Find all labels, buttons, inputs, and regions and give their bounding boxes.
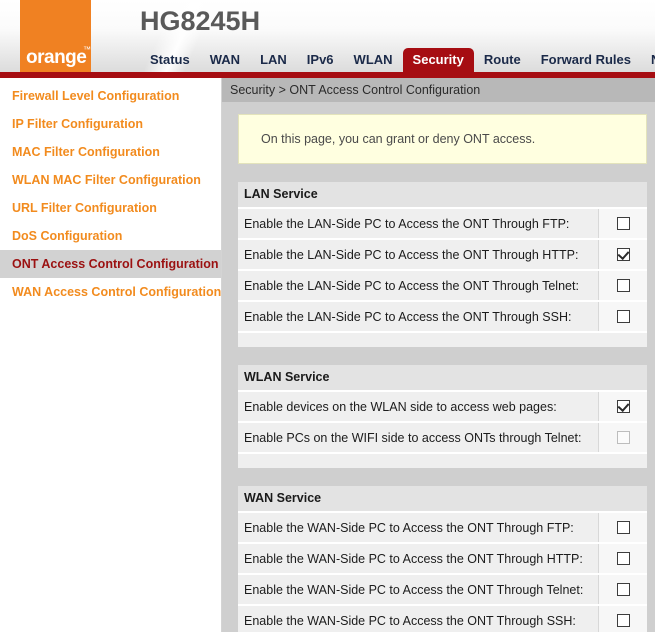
sidebar-menu: Firewall Level Configuration IP Filter Co… [0,78,222,632]
sidebar-item-url-filter-configuration[interactable]: URL Filter Configuration [0,194,221,222]
nav-tab-wlan[interactable]: WLAN [344,48,403,72]
setting-label: Enable the WAN-Side PC to Access the ONT… [244,613,576,628]
main-navigation: Status WAN LAN IPv6 WLAN Security Route Forward… [0,46,655,72]
checkbox-icon[interactable] [616,248,630,261]
nav-tab-wan[interactable]: WAN [200,48,250,72]
settings-panel: On this page, you can grant or deny ONT … [222,102,655,632]
setting-row: Enable the WAN-Side PC to Access the ONT… [238,573,647,604]
nav-tab-status[interactable]: Status [140,48,200,72]
checkbox-icon[interactable] [616,614,630,627]
setting-control-cell [598,513,647,542]
setting-control-cell [598,544,647,573]
setting-row: Enable the LAN-Side PC to Access the ONT… [238,300,647,331]
nav-tab-network-a[interactable]: Network A [641,48,655,72]
main-content: Security > ONT Access Control Configurat… [222,78,655,632]
section-wan-service: WAN Service Enable the WAN-Side PC to Acc… [238,486,647,632]
sidebar-item-mac-filter-configuration[interactable]: MAC Filter Configuration [0,138,221,166]
checkbox-icon [616,431,630,444]
section-lan-service: LAN Service Enable the LAN-Side PC to Acc… [238,182,647,347]
setting-row: Enable the WAN-Side PC to Access the ONT… [238,542,647,573]
checkbox-icon[interactable] [616,521,630,534]
section-footer-spacer [238,331,647,347]
setting-control-cell [598,423,647,452]
checkbox-icon[interactable] [616,583,630,596]
setting-row: Enable the LAN-Side PC to Access the ONT… [238,269,647,300]
nav-tab-ipv6[interactable]: IPv6 [297,48,344,72]
setting-label: Enable devices on the WLAN side to acces… [244,399,557,414]
section-footer-spacer [238,452,647,468]
sidebar-item-firewall-level-configuration[interactable]: Firewall Level Configuration [0,82,221,110]
breadcrumb: Security > ONT Access Control Configurat… [222,78,655,102]
setting-label: Enable the LAN-Side PC to Access the ONT… [244,247,579,262]
nav-tab-forward-rules[interactable]: Forward Rules [531,48,641,72]
setting-label: Enable the LAN-Side PC to Access the ONT… [244,278,579,293]
info-notice-text: On this page, you can grant or deny ONT … [261,132,536,146]
setting-control-cell [598,302,647,331]
setting-label: Enable the LAN-Side PC to Access the ONT… [244,216,570,231]
setting-label: Enable the WAN-Side PC to Access the ONT… [244,551,583,566]
setting-label: Enable PCs on the WIFI side to access ON… [244,430,582,445]
setting-row: Enable the LAN-Side PC to Access the ONT… [238,238,647,269]
checkbox-icon[interactable] [616,552,630,565]
setting-control-cell [598,209,647,238]
sidebar-item-wlan-mac-filter-configuration[interactable]: WLAN MAC Filter Configuration [0,166,221,194]
nav-tab-lan[interactable]: LAN [250,48,297,72]
service-sections: LAN Service Enable the LAN-Side PC to Acc… [238,182,647,632]
info-notice: On this page, you can grant or deny ONT … [238,114,647,164]
setting-label: Enable the WAN-Side PC to Access the ONT… [244,520,574,535]
sidebar-item-wan-access-control-configuration[interactable]: WAN Access Control Configuration [0,278,221,306]
section-title: WLAN Service [238,365,647,390]
setting-control-cell [598,575,647,604]
router-admin-page: orange ™ HG8245H Status WAN LAN IPv6 WLAN Sec… [0,0,655,632]
sidebar-item-ip-filter-configuration[interactable]: IP Filter Configuration [0,110,221,138]
setting-row: Enable PCs on the WIFI side to access ON… [238,421,647,452]
content-area: Firewall Level Configuration IP Filter Co… [0,78,655,632]
setting-control-cell [598,271,647,300]
setting-control-cell [598,392,647,421]
nav-tab-route[interactable]: Route [474,48,531,72]
checkbox-icon[interactable] [616,310,630,323]
sidebar-item-dos-configuration[interactable]: DoS Configuration [0,222,221,250]
section-wlan-service: WLAN Service Enable devices on the WLAN s… [238,365,647,468]
checkbox-icon[interactable] [616,279,630,292]
setting-control-cell [598,240,647,269]
setting-label: Enable the LAN-Side PC to Access the ONT… [244,309,572,324]
nav-tab-security[interactable]: Security [402,48,474,72]
setting-control-cell [598,606,647,632]
setting-row: Enable the WAN-Side PC to Access the ONT… [238,511,647,542]
setting-row: Enable the LAN-Side PC to Access the ONT… [238,207,647,238]
setting-row: Enable devices on the WLAN side to acces… [238,390,647,421]
setting-row: Enable the WAN-Side PC to Access the ONT… [238,604,647,632]
section-title: LAN Service [238,182,647,207]
sidebar-item-ont-access-control-configuration[interactable]: ONT Access Control Configuration [0,250,221,278]
page-title: HG8245H [140,6,261,36]
section-title: WAN Service [238,486,647,511]
setting-label: Enable the WAN-Side PC to Access the ONT… [244,582,584,597]
page-header: orange ™ HG8245H Status WAN LAN IPv6 WLAN Sec… [0,0,655,72]
checkbox-icon[interactable] [616,400,630,413]
checkbox-icon[interactable] [616,217,630,230]
